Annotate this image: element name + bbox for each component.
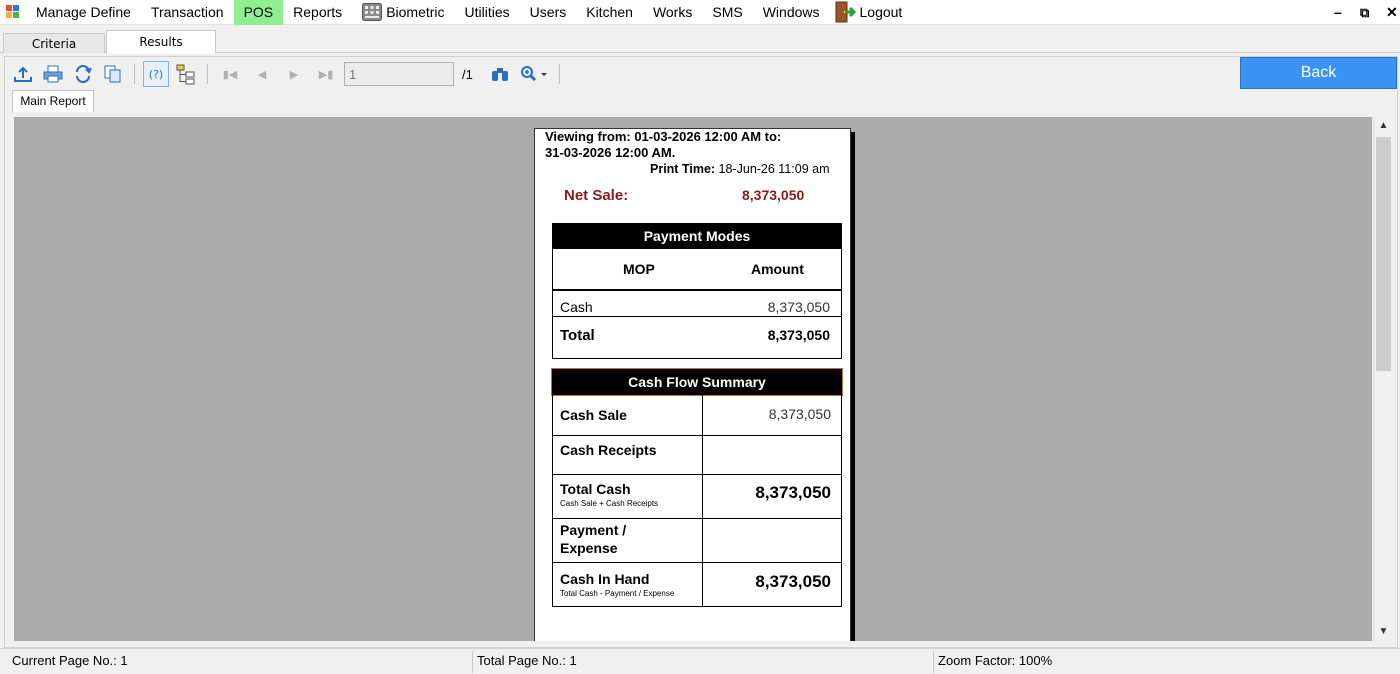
- col-mop: MOP: [623, 261, 655, 277]
- menu-logout-label: Logout: [859, 3, 903, 20]
- zoom-factor-status: Zoom Factor: 100%: [938, 653, 1053, 668]
- total-cash-value: 8,373,050: [755, 483, 831, 502]
- next-page-icon[interactable]: ▶: [280, 61, 308, 87]
- tab-results[interactable]: Results: [106, 30, 216, 54]
- copy-icon[interactable]: [100, 61, 126, 87]
- payment-modes-table: MOP Amount Cash 8,373,050 Total 8,373,05…: [552, 249, 842, 359]
- keypad-icon: [362, 3, 383, 21]
- close-icon[interactable]: ✕: [1386, 0, 1398, 25]
- tab-main-report[interactable]: Main Report: [12, 90, 94, 112]
- minimize-icon[interactable]: –: [1334, 0, 1342, 25]
- net-sale-label: Net Sale:: [564, 187, 629, 204]
- cash-sale-row: Cash Sale 8,373,050: [553, 393, 841, 436]
- net-sale-value: 8,373,050: [742, 187, 805, 203]
- find-binoculars-icon[interactable]: [487, 61, 513, 87]
- cash-receipts-label: Cash Receipts: [560, 442, 657, 458]
- total-page-status: Total Page No.: 1: [477, 653, 577, 668]
- cash-sale-label: Cash Sale: [560, 407, 627, 423]
- menu-bar: Manage Define Transaction POS Reports Bi…: [0, 0, 1400, 25]
- menu-sms[interactable]: SMS: [702, 0, 752, 25]
- cash-in-hand-label: Cash In Hand: [560, 571, 650, 587]
- status-separator: [472, 651, 473, 673]
- menu-manage-define[interactable]: Manage Define: [26, 0, 141, 25]
- current-page-status: Current Page No.: 1: [12, 653, 128, 668]
- menu-transaction[interactable]: Transaction: [141, 0, 234, 25]
- export-icon[interactable]: [10, 61, 36, 87]
- menu-works[interactable]: Works: [643, 0, 702, 25]
- print-time-label: Print Time:: [650, 162, 716, 176]
- mop-cell: Cash: [560, 299, 593, 315]
- print-time-value: 18-Jun-26 11:09 am: [718, 162, 830, 176]
- payment-expense-label-2: Expense: [560, 540, 618, 556]
- menu-users[interactable]: Users: [520, 0, 577, 25]
- last-page-icon[interactable]: ▶▮: [312, 61, 340, 87]
- status-separator: [933, 651, 934, 673]
- group-tree-icon[interactable]: [173, 61, 199, 87]
- cash-flow-table: Cash Sale 8,373,050 Cash Receipts Total …: [552, 393, 842, 607]
- previous-page-icon[interactable]: ◀: [248, 61, 276, 87]
- print-time: Print Time: 18-Jun-26 11:09 am: [650, 162, 830, 176]
- total-cash-row: Total Cash Cash Sale + Cash Receipts 8,3…: [553, 475, 841, 519]
- scroll-up-icon[interactable]: ▲: [1374, 117, 1393, 135]
- toolbar-separator: [207, 64, 208, 84]
- first-page-icon[interactable]: ▮◀: [216, 61, 244, 87]
- back-button[interactable]: Back: [1240, 57, 1397, 89]
- col-amount: Amount: [751, 261, 804, 277]
- amount-cell: 8,373,050: [767, 299, 830, 315]
- tab-criteria[interactable]: Criteria: [3, 33, 105, 53]
- column-divider: [702, 393, 703, 607]
- print-icon[interactable]: [40, 61, 66, 87]
- menu-biometric-label: Biometric: [386, 3, 445, 20]
- menu-biometric[interactable]: Biometric: [352, 0, 454, 25]
- refresh-icon[interactable]: [70, 61, 96, 87]
- viewing-range-line2: 31-03-2026 12:00 AM.: [545, 145, 676, 160]
- total-cash-label: Total Cash: [560, 481, 631, 497]
- restore-icon[interactable]: ⧉: [1360, 0, 1369, 25]
- cash-in-hand-value: 8,373,050: [755, 572, 831, 591]
- viewing-range-line1: Viewing from: 01-03-2026 12:00 AM to:: [545, 129, 782, 144]
- scroll-down-icon[interactable]: ▼: [1374, 623, 1393, 641]
- total-value: 8,373,050: [767, 327, 830, 343]
- app-logo-icon: [6, 5, 20, 19]
- menu-windows[interactable]: Windows: [753, 0, 830, 25]
- payment-expense-label-1: Payment /: [560, 522, 627, 538]
- row-divider: [553, 316, 841, 317]
- cash-flow-title: Cash Flow Summary: [551, 368, 843, 396]
- toolbar-separator: [134, 64, 135, 84]
- help-icon[interactable]: (?): [143, 61, 169, 87]
- toolbar-separator: [558, 64, 560, 84]
- status-bar: Current Page No.: 1 Total Page No.: 1 Zo…: [0, 648, 1400, 674]
- report-page: Viewing from: 01-03-2026 12:00 AM to: 31…: [534, 128, 851, 641]
- scroll-thumb[interactable]: [1376, 137, 1391, 371]
- report-toolbar: (?) ▮◀ ◀ ▶ ▶▮ /1: [10, 60, 564, 88]
- payment-modes-header: MOP Amount: [553, 249, 841, 291]
- menu-logout[interactable]: Logout: [830, 0, 913, 25]
- svg-text:(?): (?): [149, 68, 163, 81]
- total-cash-sub: Cash Sale + Cash Receipts: [560, 499, 659, 508]
- cash-in-hand-sub: Total Cash - Payment / Expense: [560, 589, 675, 598]
- total-label: Total: [560, 327, 595, 344]
- page-number-input[interactable]: [344, 62, 454, 86]
- vertical-scrollbar[interactable]: ▲ ▼: [1373, 117, 1392, 641]
- payment-modes-title: Payment Modes: [552, 223, 842, 249]
- menu-kitchen[interactable]: Kitchen: [576, 0, 643, 25]
- cash-sale-value: 8,373,050: [768, 406, 831, 422]
- menu-utilities[interactable]: Utilities: [455, 0, 520, 25]
- zoom-dropdown-icon[interactable]: [517, 61, 551, 87]
- payment-expense-row: Payment / Expense: [553, 519, 841, 563]
- page-total-label: /1: [462, 66, 473, 82]
- door-exit-icon: [835, 1, 856, 23]
- cash-in-hand-row: Cash In Hand Total Cash - Payment / Expe…: [553, 563, 841, 607]
- menu-pos[interactable]: POS: [233, 0, 284, 25]
- cash-receipts-row: Cash Receipts: [553, 436, 841, 475]
- report-canvas[interactable]: Viewing from: 01-03-2026 12:00 AM to: 31…: [14, 117, 1372, 641]
- menu-reports[interactable]: Reports: [283, 0, 352, 25]
- tab-strip: Criteria Results: [0, 29, 1400, 54]
